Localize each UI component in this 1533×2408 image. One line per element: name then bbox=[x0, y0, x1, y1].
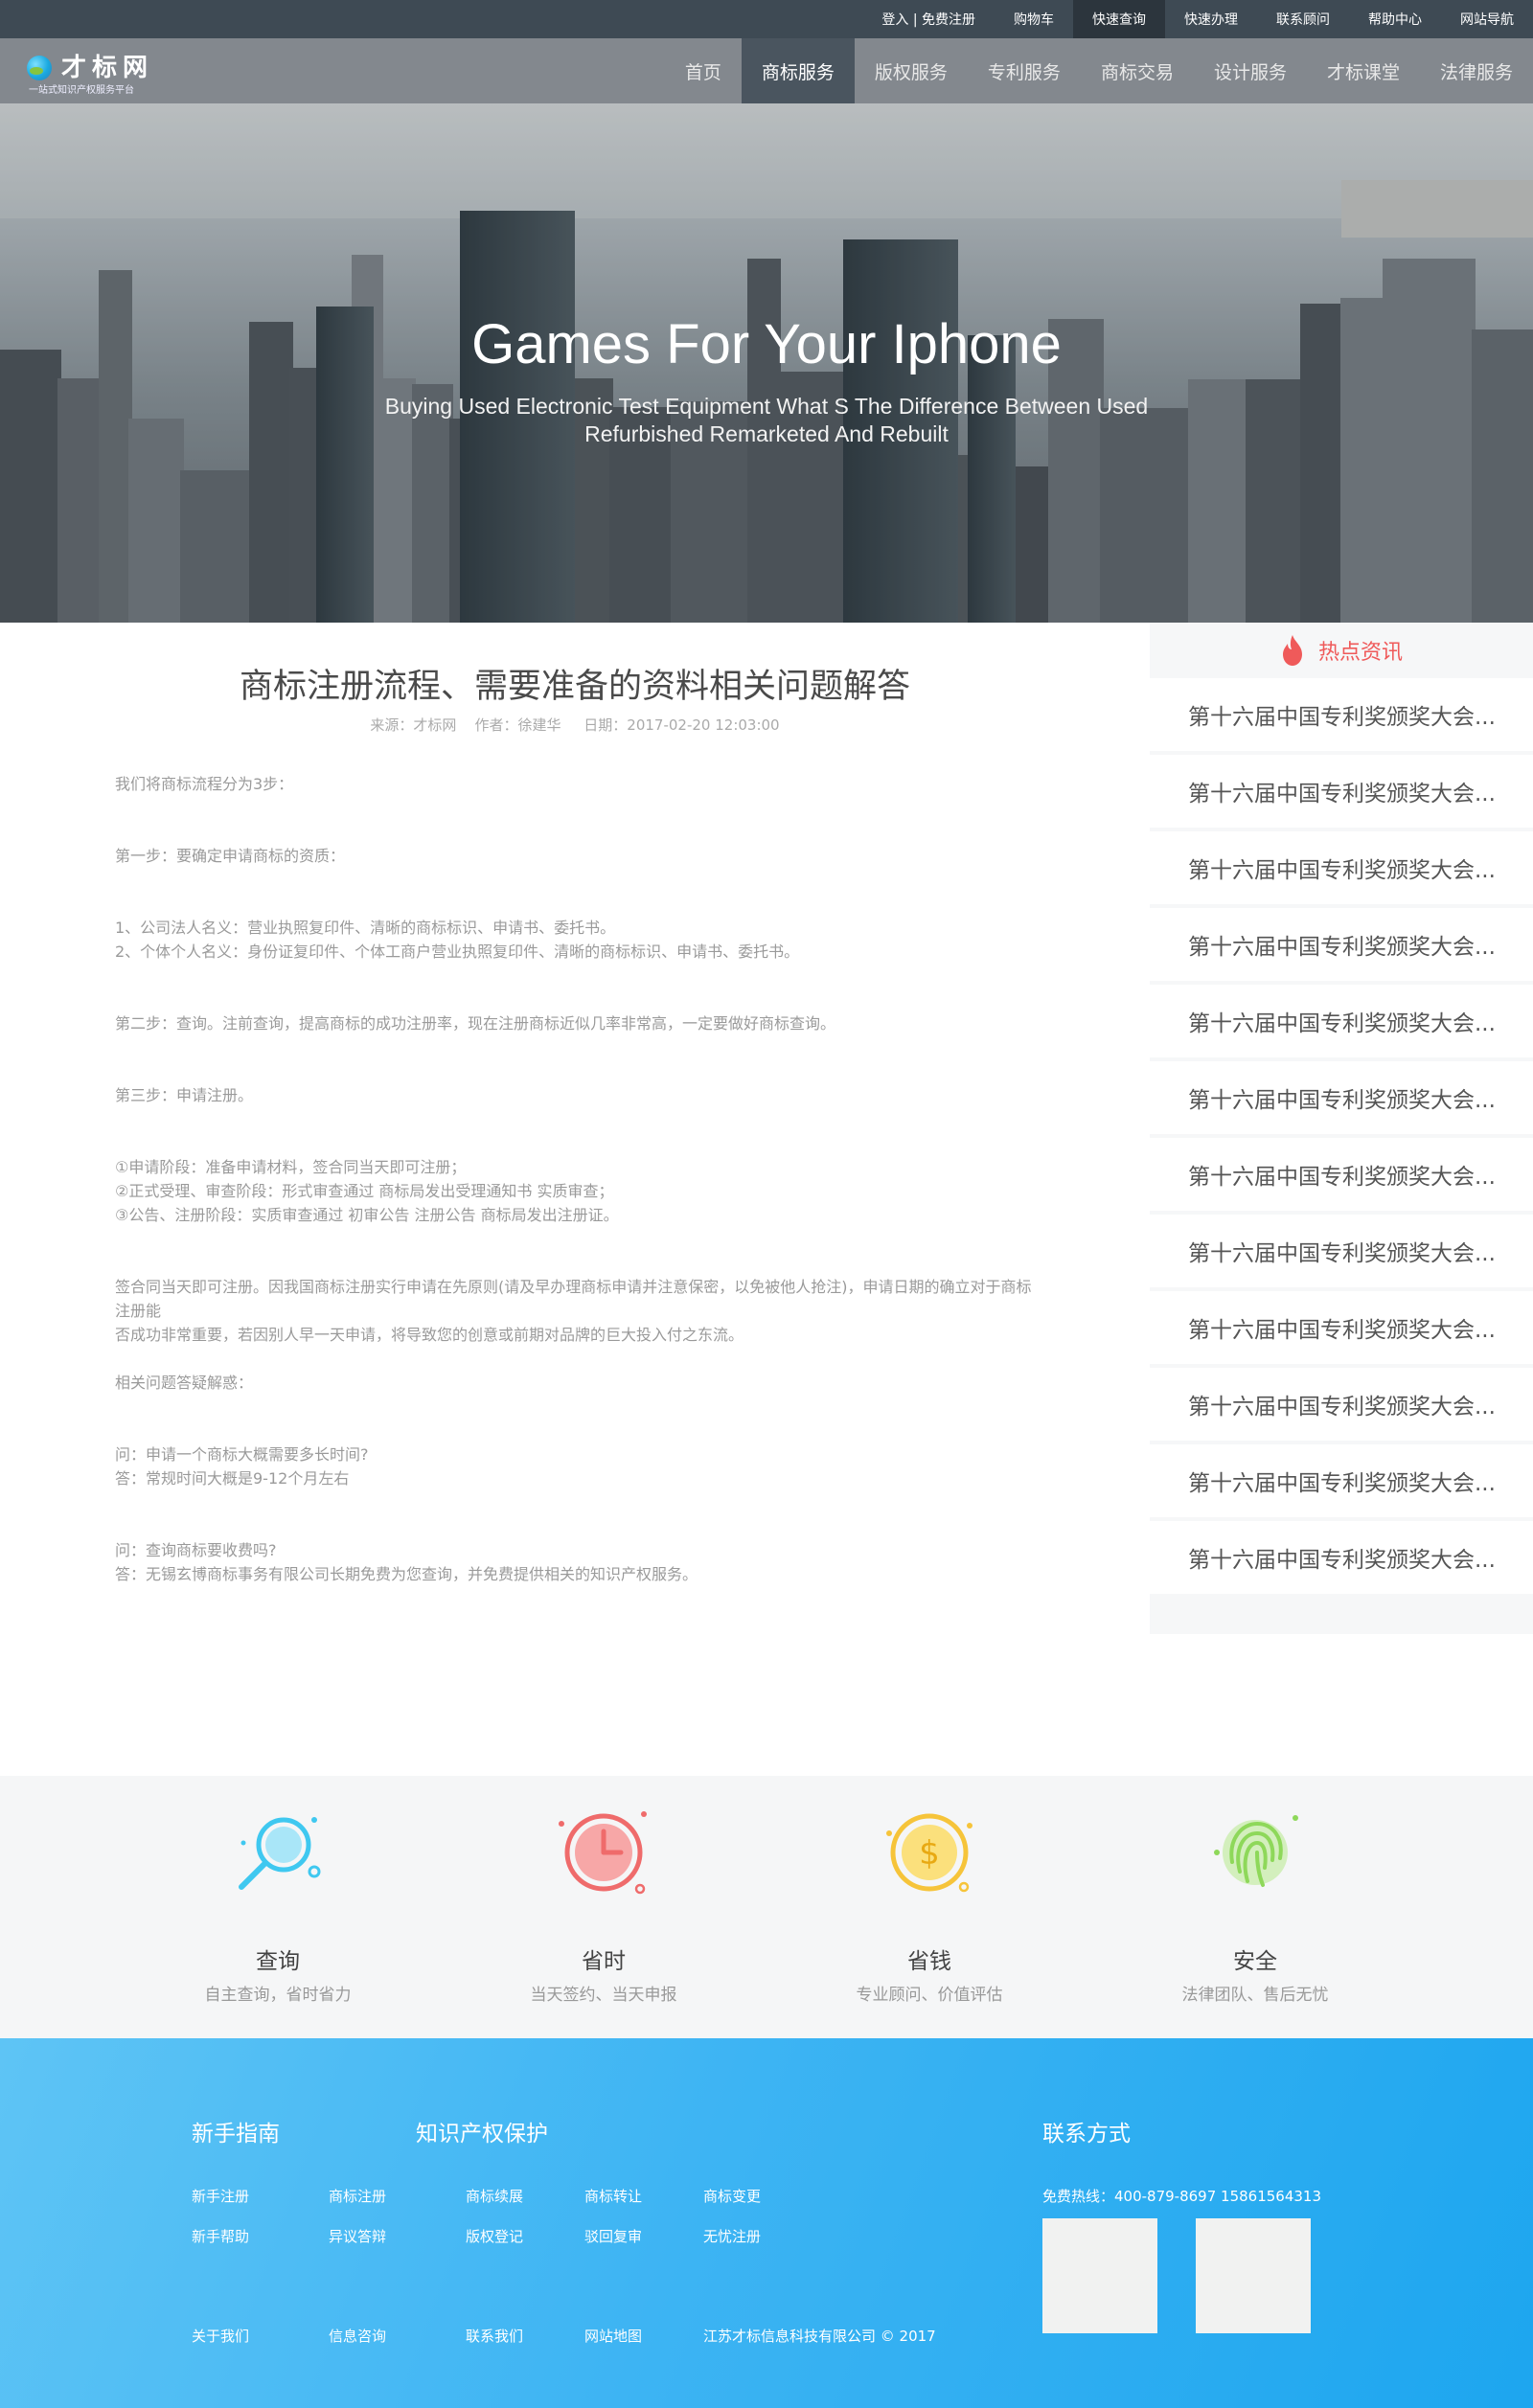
footer-link-about[interactable]: 关于我们 bbox=[192, 2326, 249, 2346]
footer-link-worry-free[interactable]: 无忧注册 bbox=[703, 2226, 761, 2246]
site-footer: 新手指南 知识产权保护 联系方式 新手注册 新手帮助 商标注册 商标续展 商标转… bbox=[0, 2038, 1533, 2408]
nav-item-trademark[interactable]: 商标服务 bbox=[741, 38, 855, 103]
article-paragraph: 问：申请一个商标大概需要多长时间? 答：常规时间大概是9-12个月左右 bbox=[115, 1445, 369, 1488]
hot-news-item[interactable]: 第十六届中国专利奖颁奖大会... bbox=[1150, 1291, 1533, 1364]
footer-link-new-register[interactable]: 新手注册 bbox=[192, 2186, 249, 2206]
hot-news-item[interactable]: 第十六届中国专利奖颁奖大会... bbox=[1150, 1368, 1533, 1441]
hot-news-item[interactable]: 第十六届中国专利奖颁奖大会... bbox=[1150, 908, 1533, 981]
hot-news-sidebar: 热点资讯 第十六届中国专利奖颁奖大会... 第十六届中国专利奖颁奖大会... 第… bbox=[1150, 623, 1533, 1634]
main-nav: 首页 商标服务 版权服务 专利服务 商标交易 设计服务 才标课堂 法律服务 bbox=[665, 38, 1533, 103]
nav-item-design[interactable]: 设计服务 bbox=[1194, 38, 1307, 103]
features-strip: 查询 自主查询，省时省力 省时 当天签约、当天申报 $ 省钱 专业顾问、价值评估 bbox=[0, 1776, 1533, 2038]
fingerprint-icon bbox=[1214, 1815, 1298, 1887]
article-paragraph: ①申请阶段：准备申请材料，签合同当天即可注册； ②正式受理、审查阶段：形式审查通… bbox=[115, 1158, 619, 1224]
clock-icon bbox=[559, 1811, 647, 1895]
flame-icon bbox=[1282, 635, 1302, 666]
nav-item-trademark-trade[interactable]: 商标交易 bbox=[1081, 38, 1194, 103]
nav-item-legal[interactable]: 法律服务 bbox=[1420, 38, 1533, 103]
site-nav-link[interactable]: 网站导航 bbox=[1441, 0, 1533, 38]
qr-code-image bbox=[1042, 2218, 1157, 2333]
footer-link-sitemap[interactable]: 网站地图 bbox=[584, 2326, 642, 2346]
footer-link-copyright-reg[interactable]: 版权登记 bbox=[466, 2226, 523, 2246]
footer-link-tm-transfer[interactable]: 商标转让 bbox=[584, 2186, 642, 2206]
feature-title: 省钱 bbox=[907, 1949, 951, 1974]
nav-item-home[interactable]: 首页 bbox=[665, 38, 742, 103]
hero-banner: Games For Your Iphone Buying Used Electr… bbox=[0, 103, 1533, 623]
hero-title: Games For Your Iphone bbox=[471, 313, 1062, 375]
main-navbar: 才标网 一站式知识产权服务平台 首页 商标服务 版权服务 专利服务 商标交易 设… bbox=[0, 38, 1533, 103]
article-paragraph: 问：查询商标要收费吗? 答：无锡玄博商标事务有限公司长期免费为您查询，并免费提供… bbox=[115, 1541, 698, 1583]
hot-news-item[interactable]: 第十六届中国专利奖颁奖大会... bbox=[1150, 1521, 1533, 1594]
feature-desc: 当天签约、当天申报 bbox=[530, 1986, 677, 2005]
nav-item-classroom[interactable]: 才标课堂 bbox=[1307, 38, 1420, 103]
feature-title: 省时 bbox=[582, 1949, 626, 1974]
hot-news-item[interactable]: 第十六届中国专利奖颁奖大会... bbox=[1150, 1138, 1533, 1211]
logo-name: 才标网 bbox=[61, 54, 154, 82]
article-title: 商标注册流程、需要准备的资料相关问题解答 bbox=[239, 668, 910, 706]
footer-link-tm-renew[interactable]: 商标续展 bbox=[466, 2186, 523, 2206]
hot-news-item[interactable]: 第十六届中国专利奖颁奖大会... bbox=[1150, 1215, 1533, 1287]
article-paragraph: 第一步：要确定申请商标的资质： bbox=[115, 847, 346, 865]
footer-ip-heading: 知识产权保护 bbox=[416, 2122, 548, 2147]
footer-link-contact[interactable]: 联系我们 bbox=[466, 2326, 523, 2346]
article-paragraph: 签合同当天即可注册。因我国商标注册实行申请在先原则(请及早办理商标申请并注意保密… bbox=[115, 1278, 1032, 1344]
qr-code-image bbox=[1196, 2218, 1311, 2333]
footer-link-tm-change[interactable]: 商标变更 bbox=[703, 2186, 761, 2206]
nav-item-copyright[interactable]: 版权服务 bbox=[855, 38, 968, 103]
footer-link-review[interactable]: 驳回复审 bbox=[584, 2226, 642, 2246]
footer-link-objection[interactable]: 异议答辩 bbox=[329, 2226, 386, 2246]
quick-search-link[interactable]: 快速查询 bbox=[1073, 0, 1165, 38]
article-paragraph: 我们将商标流程分为3步： bbox=[115, 775, 294, 793]
site-logo[interactable]: 才标网 一站式知识产权服务平台 bbox=[27, 48, 171, 96]
hot-news-header: 热点资讯 bbox=[1150, 623, 1533, 678]
contact-advisor-link[interactable]: 联系顾问 bbox=[1257, 0, 1349, 38]
footer-copyright: 江苏才标信息科技有限公司 © 2017 bbox=[703, 2328, 936, 2345]
feature-title: 查询 bbox=[256, 1949, 300, 1974]
feature-time: 省时 当天签约、当天申报 bbox=[479, 1776, 728, 2038]
hot-news-heading: 热点资讯 bbox=[1317, 641, 1403, 665]
feature-safety: 安全 法律团队、售后无忧 bbox=[1131, 1776, 1380, 2038]
hot-news-item[interactable]: 第十六届中国专利奖颁奖大会... bbox=[1150, 1444, 1533, 1517]
feature-search: 查询 自主查询，省时省力 bbox=[153, 1776, 402, 2038]
hot-news-item[interactable]: 第十六届中国专利奖颁奖大会... bbox=[1150, 678, 1533, 751]
login-register-link[interactable]: 登入 | 免费注册 bbox=[862, 0, 995, 38]
nav-item-patent[interactable]: 专利服务 bbox=[968, 38, 1081, 103]
article-paragraph: 第二步：查询。注前查询，提高商标的成功注册率，现在注册商标近似几率非常高，一定要… bbox=[115, 1014, 836, 1033]
feature-desc: 自主查询，省时省力 bbox=[204, 1986, 352, 2005]
feature-desc: 专业顾问、价值评估 bbox=[856, 1986, 1003, 2005]
coin-icon: $ bbox=[886, 1813, 972, 1893]
help-center-link[interactable]: 帮助中心 bbox=[1349, 0, 1441, 38]
svg-text:$: $ bbox=[919, 1834, 940, 1873]
article-paragraph: 相关问题答疑解惑： bbox=[115, 1374, 254, 1392]
feature-money: $ 省钱 专业顾问、价值评估 bbox=[805, 1776, 1054, 2038]
footer-link-new-help[interactable]: 新手帮助 bbox=[192, 2226, 249, 2246]
logo-slogan: 一站式知识产权服务平台 bbox=[29, 85, 134, 96]
hot-news-item[interactable]: 第十六届中国专利奖颁奖大会... bbox=[1150, 755, 1533, 828]
article-paragraph: 第三步：申请注册。 bbox=[115, 1086, 254, 1104]
footer-contact-heading: 联系方式 bbox=[1042, 2122, 1131, 2147]
footer-guide-heading: 新手指南 bbox=[192, 2122, 280, 2147]
logo-globe-icon bbox=[27, 56, 52, 80]
hot-news-item[interactable]: 第十六届中国专利奖颁奖大会... bbox=[1150, 985, 1533, 1057]
hot-news-item[interactable]: 第十六届中国专利奖颁奖大会... bbox=[1150, 831, 1533, 904]
top-utility-bar: 登入 | 免费注册 购物车 快速查询 快速办理 联系顾问 帮助中心 网站导航 bbox=[0, 0, 1533, 38]
footer-link-tm-register[interactable]: 商标注册 bbox=[329, 2186, 386, 2206]
magnifier-icon bbox=[239, 1817, 321, 1890]
article-paragraph: 1、公司法人名义：营业执照复印件、清晰的商标标识、申请书、委托书。 2、个体个人… bbox=[115, 919, 800, 961]
footer-link-info[interactable]: 信息咨询 bbox=[329, 2326, 386, 2346]
footer-hotline: 免费热线：400-879-8697 15861564313 bbox=[1042, 2188, 1322, 2205]
article-meta: 来源：才标网 作者：徐建华 日期：2017-02-20 12:03:00 bbox=[370, 716, 780, 734]
cart-link[interactable]: 购物车 bbox=[995, 0, 1073, 38]
feature-desc: 法律团队、售后无忧 bbox=[1181, 1986, 1329, 2005]
hero-subtitle: Buying Used Electronic Test Equipment Wh… bbox=[384, 394, 1149, 446]
hot-news-item[interactable]: 第十六届中国专利奖颁奖大会... bbox=[1150, 1061, 1533, 1134]
quick-handle-link[interactable]: 快速办理 bbox=[1165, 0, 1257, 38]
hot-news-list: 第十六届中国专利奖颁奖大会... 第十六届中国专利奖颁奖大会... 第十六届中国… bbox=[1150, 678, 1533, 1598]
feature-title: 安全 bbox=[1233, 1949, 1277, 1974]
